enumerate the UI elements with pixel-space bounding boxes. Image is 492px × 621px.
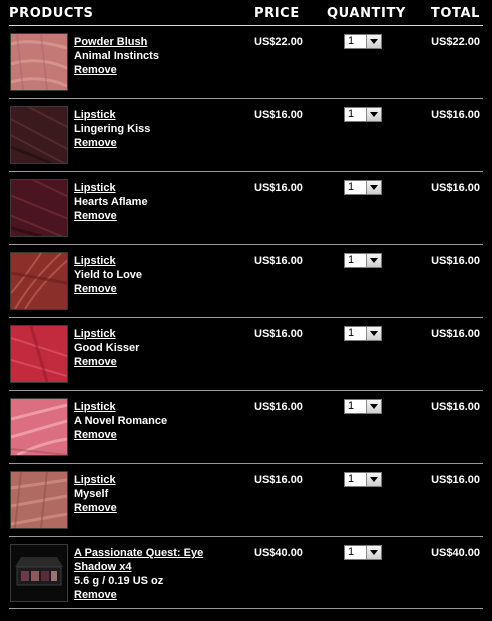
product-info: Lipstick Myself Remove <box>74 473 214 515</box>
product-name-link[interactable]: Powder Blush <box>74 35 214 49</box>
product-name-link[interactable]: Lipstick <box>74 473 214 487</box>
chevron-down-icon[interactable] <box>366 546 381 559</box>
line-total: US$16.00 <box>431 401 480 413</box>
unit-price: US$22.00 <box>254 36 303 48</box>
header-quantity: QUANTITY <box>327 6 406 21</box>
product-name-link[interactable]: Lipstick <box>74 400 214 414</box>
cart-row: Lipstick Good Kisser Remove US$16.00 1 U… <box>9 318 483 391</box>
remove-link[interactable]: Remove <box>74 588 214 602</box>
quantity-select[interactable]: 1 <box>344 545 382 560</box>
quantity-value: 1 <box>348 473 355 485</box>
cart-header: PRODUCTS PRICE QUANTITY TOTAL <box>9 0 483 26</box>
quantity-select[interactable]: 1 <box>344 180 382 195</box>
line-total: US$16.00 <box>431 255 480 267</box>
chevron-down-icon[interactable] <box>366 254 381 267</box>
quantity-select[interactable]: 1 <box>344 253 382 268</box>
product-name-link[interactable]: Lipstick <box>74 327 214 341</box>
unit-price: US$16.00 <box>254 182 303 194</box>
line-total: US$40.00 <box>431 547 480 559</box>
quantity-select[interactable]: 1 <box>344 107 382 122</box>
cart-row: Lipstick Myself Remove US$16.00 1 US$16.… <box>9 464 483 537</box>
product-info: Powder Blush Animal Instincts Remove <box>74 35 214 77</box>
quantity-select[interactable]: 1 <box>344 399 382 414</box>
line-total: US$16.00 <box>431 109 480 121</box>
product-name-link[interactable]: Lipstick <box>74 181 214 195</box>
product-image[interactable] <box>10 179 68 237</box>
remove-link[interactable]: Remove <box>74 428 214 442</box>
unit-price: US$16.00 <box>254 109 303 121</box>
line-total: US$22.00 <box>431 36 480 48</box>
product-image[interactable] <box>10 106 68 164</box>
quantity-select[interactable]: 1 <box>344 34 382 49</box>
unit-price: US$16.00 <box>254 401 303 413</box>
cart-row: Lipstick Hearts Aflame Remove US$16.00 1… <box>9 172 483 245</box>
line-total: US$16.00 <box>431 328 480 340</box>
unit-price: US$16.00 <box>254 328 303 340</box>
product-name-link[interactable]: A Passionate Quest: Eye Shadow x4 <box>74 546 214 574</box>
product-shade: Animal Instincts <box>74 50 159 62</box>
cart-row: Lipstick Yield to Love Remove US$16.00 1… <box>9 245 483 318</box>
remove-link[interactable]: Remove <box>74 355 214 369</box>
product-size: 5.6 g / 0.19 US oz <box>74 575 164 587</box>
product-shade: Lingering Kiss <box>74 123 151 135</box>
quantity-value: 1 <box>348 181 355 193</box>
product-shade: Good Kisser <box>74 342 140 354</box>
chevron-down-icon[interactable] <box>366 108 381 121</box>
header-products: PRODUCTS <box>9 6 94 21</box>
chevron-down-icon[interactable] <box>366 35 381 48</box>
unit-price: US$40.00 <box>254 547 303 559</box>
quantity-select[interactable]: 1 <box>344 326 382 341</box>
chevron-down-icon[interactable] <box>366 327 381 340</box>
product-info: Lipstick A Novel Romance Remove <box>74 400 214 442</box>
quantity-value: 1 <box>348 108 355 120</box>
product-info: A Passionate Quest: Eye Shadow x4 5.6 g … <box>74 546 214 602</box>
quantity-value: 1 <box>348 254 355 266</box>
cart-row: Lipstick A Novel Romance Remove US$16.00… <box>9 391 483 464</box>
remove-link[interactable]: Remove <box>74 63 214 77</box>
header-price: PRICE <box>254 6 300 21</box>
product-shade: Yield to Love <box>74 269 143 281</box>
product-shade: A Novel Romance <box>74 415 168 427</box>
quantity-select[interactable]: 1 <box>344 472 382 487</box>
remove-link[interactable]: Remove <box>74 282 214 296</box>
product-image[interactable] <box>10 544 68 602</box>
chevron-down-icon[interactable] <box>366 181 381 194</box>
unit-price: US$16.00 <box>254 255 303 267</box>
product-info: Lipstick Hearts Aflame Remove <box>74 181 214 223</box>
product-info: Lipstick Yield to Love Remove <box>74 254 214 296</box>
product-info: Lipstick Good Kisser Remove <box>74 327 214 369</box>
line-total: US$16.00 <box>431 474 480 486</box>
cart-row: A Passionate Quest: Eye Shadow x4 5.6 g … <box>9 537 483 609</box>
quantity-value: 1 <box>348 35 355 47</box>
product-image[interactable] <box>10 471 68 529</box>
remove-link[interactable]: Remove <box>74 209 214 223</box>
quantity-value: 1 <box>348 546 355 558</box>
product-image[interactable] <box>10 398 68 456</box>
product-image[interactable] <box>10 252 68 310</box>
quantity-value: 1 <box>348 400 355 412</box>
product-name-link[interactable]: Lipstick <box>74 254 214 268</box>
remove-link[interactable]: Remove <box>74 501 214 515</box>
cart-row: Lipstick Lingering Kiss Remove US$16.00 … <box>9 99 483 172</box>
chevron-down-icon[interactable] <box>366 400 381 413</box>
product-image[interactable] <box>10 33 68 91</box>
cart-row: Powder Blush Animal Instincts Remove US$… <box>9 26 483 99</box>
product-name-link[interactable]: Lipstick <box>74 108 214 122</box>
shopping-cart: PRODUCTS PRICE QUANTITY TOTAL Powder Blu… <box>9 0 483 609</box>
line-total: US$16.00 <box>431 182 480 194</box>
chevron-down-icon[interactable] <box>366 473 381 486</box>
header-total: TOTAL <box>430 6 480 21</box>
remove-link[interactable]: Remove <box>74 136 214 150</box>
product-shade: Hearts Aflame <box>74 196 148 208</box>
product-info: Lipstick Lingering Kiss Remove <box>74 108 214 150</box>
quantity-value: 1 <box>348 327 355 339</box>
product-shade: Myself <box>74 488 109 500</box>
unit-price: US$16.00 <box>254 474 303 486</box>
product-image[interactable] <box>10 325 68 383</box>
